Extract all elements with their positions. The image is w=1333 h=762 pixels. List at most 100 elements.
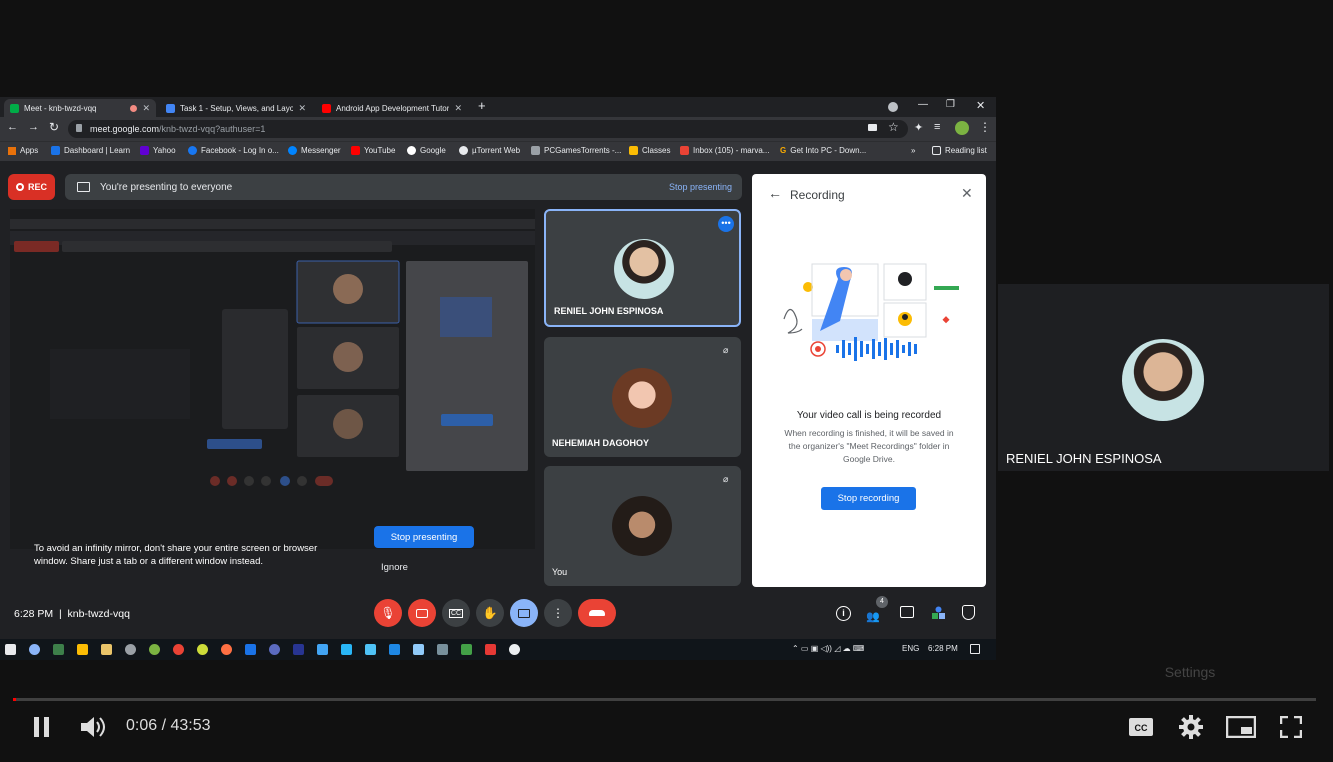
windows-start-icon[interactable] xyxy=(5,644,16,655)
taskbar-app-icon[interactable] xyxy=(461,644,472,655)
profile-avatar-icon[interactable] xyxy=(955,121,969,135)
forward-icon[interactable]: → xyxy=(28,121,39,133)
more-label: » xyxy=(911,146,916,155)
miniplayer-icon xyxy=(1226,716,1256,738)
apps-icon xyxy=(8,146,16,155)
file-explorer-icon[interactable] xyxy=(101,644,112,655)
more-options-icon[interactable]: ••• xyxy=(718,216,734,232)
bookmark-inbox[interactable]: Inbox (105) - marva... xyxy=(680,146,769,155)
participant-tile-nehemiah[interactable]: ⌀ NEHEMIAH DAGOHOY xyxy=(544,337,741,457)
notifications-icon[interactable] xyxy=(970,644,980,654)
tab-title: Task 1 - Setup, Views, and Layou xyxy=(180,103,294,113)
taskbar-app-icon[interactable] xyxy=(53,644,64,655)
tab-android[interactable]: Android App Development Tutor ✕ xyxy=(316,99,468,117)
captions-button[interactable]: CC xyxy=(442,599,470,627)
tab-task[interactable]: Task 1 - Setup, Views, and Layou ✕ xyxy=(160,99,312,117)
activities-icon[interactable] xyxy=(932,606,945,619)
close-tab-icon[interactable]: ✕ xyxy=(142,103,150,114)
taskbar-app-icon[interactable] xyxy=(125,644,136,655)
taskbar-app-icon[interactable] xyxy=(389,644,400,655)
restore-icon[interactable]: ❐ xyxy=(946,99,955,110)
bookmark-youtube[interactable]: YouTube xyxy=(351,146,395,155)
leave-call-button[interactable] xyxy=(578,599,616,627)
close-tab-icon[interactable]: ✕ xyxy=(454,103,462,114)
raise-hand-button[interactable]: ✋ xyxy=(476,599,504,627)
address-bar[interactable]: meet.google.com/knb-twzd-vqq?authuser=1 xyxy=(68,120,908,138)
taskbar-app-icon[interactable] xyxy=(245,644,256,655)
present-button[interactable] xyxy=(510,599,538,627)
taskbar-app-icon[interactable] xyxy=(365,644,376,655)
bookmark-classes[interactable]: Classes xyxy=(629,146,670,155)
pause-button[interactable] xyxy=(25,710,59,744)
body-line: Google Drive. xyxy=(843,454,895,464)
reload-icon[interactable]: ↻ xyxy=(49,120,59,134)
star-icon[interactable]: ☆ xyxy=(888,120,899,134)
close-window-icon[interactable]: ✕ xyxy=(976,99,985,112)
bookmark-getintopc[interactable]: G Get Into PC - Down... xyxy=(780,146,866,155)
info-icon[interactable]: i xyxy=(836,606,851,621)
participant-tile-you[interactable]: ⌀ You xyxy=(544,466,741,586)
camera-icon[interactable] xyxy=(868,124,877,131)
camera-off-button[interactable] xyxy=(408,599,436,627)
back-icon[interactable]: ← xyxy=(7,121,18,133)
taskbar-app-icon[interactable] xyxy=(29,644,40,655)
language-indicator[interactable]: ENG xyxy=(902,644,919,653)
reading-list[interactable]: Reading list xyxy=(932,146,987,155)
progress-bar[interactable] xyxy=(13,698,1316,701)
bookmark-facebook[interactable]: Facebook - Log In o... xyxy=(188,146,279,155)
taskbar-app-icon[interactable] xyxy=(269,644,280,655)
volume-button[interactable] xyxy=(76,710,110,744)
taskbar-app-icon[interactable] xyxy=(437,644,448,655)
bookmark-messenger[interactable]: Messenger xyxy=(288,146,341,155)
taskbar-clock[interactable]: 6:28 PM xyxy=(928,644,958,653)
recording-panel: ← Recording ✕ Your video call is being r… xyxy=(752,174,986,587)
bookmark-google[interactable]: Google xyxy=(407,146,446,155)
taskbar-app-icon[interactable] xyxy=(149,644,160,655)
host-controls-icon[interactable] xyxy=(962,605,975,620)
bookmarks-more[interactable]: » xyxy=(911,146,915,155)
taskbar-app-icon[interactable] xyxy=(509,644,520,655)
stop-recording-button[interactable]: Stop recording xyxy=(821,487,916,510)
bookmark-utorrent[interactable]: µTorrent Web xyxy=(459,146,520,155)
taskbar-app-icon[interactable] xyxy=(293,644,304,655)
participant-tile-reniel[interactable]: ••• RENIEL JOHN ESPINOSA xyxy=(544,209,741,327)
taskbar-app-icon[interactable] xyxy=(341,644,352,655)
more-options-button[interactable]: ⋮ xyxy=(544,599,572,627)
bookmark-apps[interactable]: Apps xyxy=(8,146,38,155)
back-arrow-icon[interactable]: ← xyxy=(768,185,782,201)
tab-meet[interactable]: Meet - knb-twzd-vqq ✕ xyxy=(4,99,156,117)
bookmark-yahoo[interactable]: Yahoo xyxy=(140,146,176,155)
new-tab-icon[interactable]: + xyxy=(478,98,486,113)
stop-presenting-button[interactable]: Stop presenting xyxy=(374,526,474,548)
ignore-button[interactable]: Ignore xyxy=(381,562,408,573)
svg-text:CC: CC xyxy=(1135,723,1148,733)
minimize-icon[interactable]: — xyxy=(918,99,928,110)
profile-dot-icon[interactable] xyxy=(888,102,898,112)
more-vert-icon: ⋮ xyxy=(552,606,564,620)
taskbar-app-icon[interactable] xyxy=(485,644,496,655)
close-panel-icon[interactable]: ✕ xyxy=(961,185,973,202)
close-tab-icon[interactable]: ✕ xyxy=(298,103,306,114)
chrome-icon[interactable] xyxy=(173,644,184,655)
people-button[interactable]: 👥 4 xyxy=(866,596,888,623)
stop-presenting-link[interactable]: Stop presenting xyxy=(669,182,732,192)
bookmark-label: Inbox (105) - marva... xyxy=(693,146,770,155)
taskbar-app-icon[interactable] xyxy=(197,644,208,655)
fullscreen-button[interactable] xyxy=(1274,710,1308,744)
playlist-icon[interactable]: ≡ xyxy=(934,121,940,133)
taskbar-app-icon[interactable] xyxy=(77,644,88,655)
video-player[interactable]: Meet - knb-twzd-vqq ✕ Task 1 - Setup, Vi… xyxy=(0,0,1333,762)
bookmark-dashboard[interactable]: Dashboard | Learn xyxy=(51,146,130,155)
menu-icon[interactable]: ⋮ xyxy=(979,120,991,134)
taskbar-app-icon[interactable] xyxy=(221,644,232,655)
extensions-icon[interactable]: ✦ xyxy=(914,121,923,134)
taskbar-app-icon[interactable] xyxy=(413,644,424,655)
mic-off-button[interactable]: 🎙 xyxy=(374,599,402,627)
captions-toggle-button[interactable]: CC xyxy=(1124,710,1158,744)
g-icon: G xyxy=(780,146,787,155)
taskbar-app-icon[interactable] xyxy=(317,644,328,655)
miniplayer-button[interactable] xyxy=(1224,710,1258,744)
chat-icon[interactable] xyxy=(900,606,914,618)
bookmark-pcgames[interactable]: PCGamesTorrents -... xyxy=(531,146,621,155)
settings-button[interactable] xyxy=(1174,710,1208,744)
